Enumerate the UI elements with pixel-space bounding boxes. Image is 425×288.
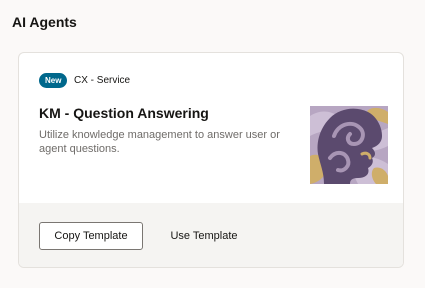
copy-template-button[interactable]: Copy Template [39,222,143,250]
new-badge: New [39,73,68,88]
section-title: AI Agents [12,14,77,30]
head-profile-illustration-icon [310,106,388,184]
agent-template-card: New CX - Service KM - Question Answering… [18,52,404,268]
card-title: KM - Question Answering [39,105,209,121]
use-template-button[interactable]: Use Template [159,222,249,250]
card-body: New CX - Service KM - Question Answering… [19,53,403,203]
category-label: CX - Service [74,75,131,86]
card-description: Utilize knowledge management to answer u… [39,129,280,155]
